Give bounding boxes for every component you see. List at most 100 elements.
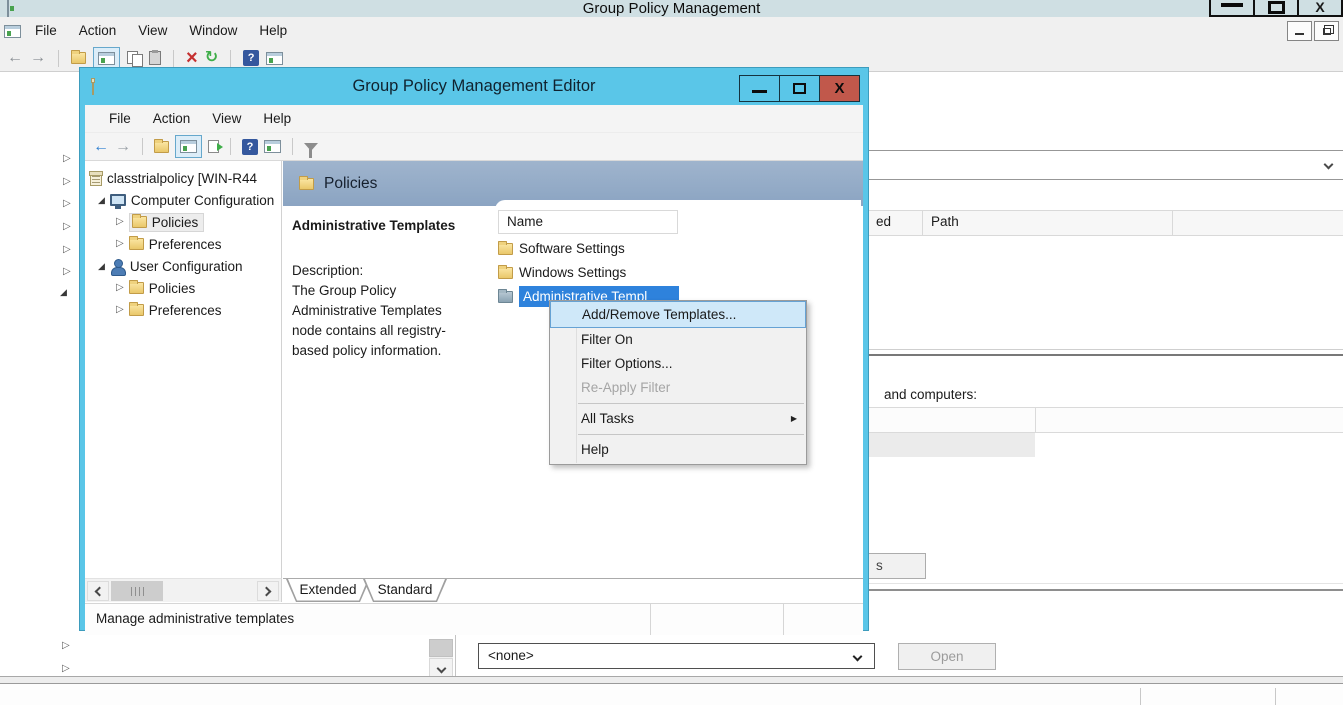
tree-expand-icon[interactable]: ▷ <box>116 217 124 227</box>
menu-file[interactable]: File <box>24 17 68 45</box>
menu-item-all-tasks[interactable]: All Tasks ▶ <box>550 407 806 431</box>
help-icon[interactable]: ? <box>243 50 259 66</box>
tree-expand-icon[interactable]: ▷ <box>116 239 124 249</box>
tree-expand-icon[interactable]: ▷ <box>63 267 71 277</box>
editor-maximize-button[interactable] <box>779 75 820 102</box>
column-header-name[interactable]: Name <box>498 210 678 234</box>
tree-expand-icon[interactable]: ▷ <box>116 305 124 315</box>
maximize-icon <box>793 83 806 94</box>
menu-window[interactable]: Window <box>178 17 248 45</box>
up-folder-icon[interactable] <box>154 141 169 153</box>
maximize-button[interactable] <box>1253 0 1299 17</box>
tree-item-computer-policies[interactable]: ▷ Policies <box>85 211 281 233</box>
tree-item-user-preferences[interactable]: ▷ Preferences <box>85 299 281 321</box>
delete-icon[interactable]: × <box>186 48 198 68</box>
description-line: node contains all registry- <box>292 323 446 338</box>
scrollbar-thumb[interactable] <box>111 581 163 601</box>
menu-item-filter-on[interactable]: Filter On <box>550 328 806 352</box>
description-line: The Group Policy <box>292 283 396 298</box>
mdi-restore-button[interactable] <box>1314 21 1339 41</box>
tree-expand-icon[interactable]: ▷ <box>62 641 70 651</box>
chevron-down-icon <box>853 652 863 662</box>
tree-expand-icon[interactable]: ▷ <box>116 283 124 293</box>
tree-item-computer-configuration[interactable]: ◢ Computer Configuration <box>85 189 281 211</box>
editor-close-button[interactable]: X <box>819 75 860 102</box>
menu-action[interactable]: Action <box>68 17 128 45</box>
mdi-minimize-button[interactable] <box>1287 21 1312 41</box>
menu-item-filter-options[interactable]: Filter Options... <box>550 352 806 376</box>
export-list-icon[interactable] <box>208 140 219 153</box>
menu-view[interactable]: View <box>127 17 178 45</box>
editor-menu-help[interactable]: Help <box>252 105 302 132</box>
main-caption-buttons: X <box>1211 0 1343 17</box>
column-header-path[interactable]: Path <box>931 214 959 229</box>
menu-item-add-remove-templates[interactable]: Add/Remove Templates... <box>550 301 806 328</box>
minimize-button[interactable] <box>1209 0 1255 17</box>
forward-icon[interactable]: → <box>115 139 131 155</box>
editor-menu-view[interactable]: View <box>201 105 252 132</box>
scroll-left-button[interactable] <box>87 581 109 601</box>
chevron-left-icon <box>95 586 105 596</box>
list-item-software-settings[interactable]: Software Settings <box>498 237 625 260</box>
menu-help[interactable]: Help <box>248 17 298 45</box>
column-divider[interactable] <box>1035 408 1036 432</box>
editor-minimize-button[interactable] <box>739 75 780 102</box>
up-folder-icon[interactable] <box>71 52 86 64</box>
forward-icon[interactable]: → <box>30 50 46 66</box>
tree-item-label: Computer Configuration <box>131 193 274 208</box>
close-button[interactable]: X <box>1297 0 1343 17</box>
editor-tree-hscrollbar[interactable] <box>85 578 282 602</box>
filter-icon[interactable] <box>304 143 318 151</box>
editor-menu-action[interactable]: Action <box>142 105 202 132</box>
tree-item-gpo-root[interactable]: classtrialpolicy [WIN-R44 <box>85 167 281 189</box>
console-tree-icon <box>98 52 115 65</box>
folder-icon <box>299 178 314 190</box>
menu-item-help[interactable]: Help <box>550 438 806 462</box>
tree-expand-icon[interactable]: ▷ <box>63 245 71 255</box>
wmi-filter-combobox[interactable]: <none> <box>478 643 875 669</box>
back-icon[interactable]: ← <box>93 139 109 155</box>
scrollbar-gripper <box>131 587 144 596</box>
tree-item-user-policies[interactable]: ▷ Policies <box>85 277 281 299</box>
tree-collapse-icon[interactable]: ◢ <box>98 196 105 205</box>
help-icon[interactable]: ? <box>242 139 258 155</box>
menu-item-label: All Tasks <box>581 411 634 426</box>
back-icon[interactable]: ← <box>7 50 23 66</box>
paste-icon[interactable] <box>149 51 161 65</box>
column-divider[interactable] <box>1172 211 1173 235</box>
tree-expand-icon[interactable]: ▷ <box>63 154 71 164</box>
tree-expand-icon[interactable]: ▷ <box>63 177 71 187</box>
tree-expand-icon[interactable]: ▷ <box>63 199 71 209</box>
copy-icon[interactable] <box>127 51 142 66</box>
list-item-windows-settings[interactable]: Windows Settings <box>498 261 626 284</box>
description-label: Description: <box>292 263 363 278</box>
show-window-icon[interactable] <box>264 140 281 153</box>
computer-icon <box>110 194 126 206</box>
console-tree-icon <box>180 140 197 153</box>
show-console-tree-icon[interactable] <box>175 135 202 158</box>
tab-extended[interactable]: Extended <box>286 579 370 602</box>
tree-item-user-configuration[interactable]: ◢ User Configuration <box>85 255 281 277</box>
tab-label: Extended <box>299 582 356 597</box>
tree-item-computer-preferences[interactable]: ▷ Preferences <box>85 233 281 255</box>
column-divider[interactable] <box>922 211 923 235</box>
results-pane-title: Policies <box>324 175 377 193</box>
folder-icon <box>129 304 144 316</box>
tree-expand-icon[interactable]: ▷ <box>62 664 70 674</box>
tree-collapse-icon[interactable]: ◢ <box>60 288 67 297</box>
open-button[interactable]: Open <box>898 643 996 670</box>
column-header-linked[interactable]: ed <box>876 214 891 229</box>
scroll-right-button[interactable] <box>257 581 279 601</box>
show-console-tree-icon[interactable] <box>93 47 120 70</box>
tree-expand-icon[interactable]: ▷ <box>63 222 71 232</box>
show-window-icon[interactable] <box>266 52 283 65</box>
editor-titlebar[interactable]: Group Policy Management Editor X <box>85 73 863 105</box>
refresh-icon[interactable]: ↻ <box>205 50 218 66</box>
scrollbar-thumb[interactable] <box>429 639 453 657</box>
view-tabs: Extended Standard <box>283 578 863 603</box>
tree-collapse-icon[interactable]: ◢ <box>98 262 105 271</box>
wmi-filter-value: <none> <box>488 648 534 663</box>
tab-standard[interactable]: Standard <box>363 579 447 602</box>
editor-menu-file[interactable]: File <box>98 105 142 132</box>
menu-item-reapply-filter: Re-Apply Filter <box>550 376 806 400</box>
